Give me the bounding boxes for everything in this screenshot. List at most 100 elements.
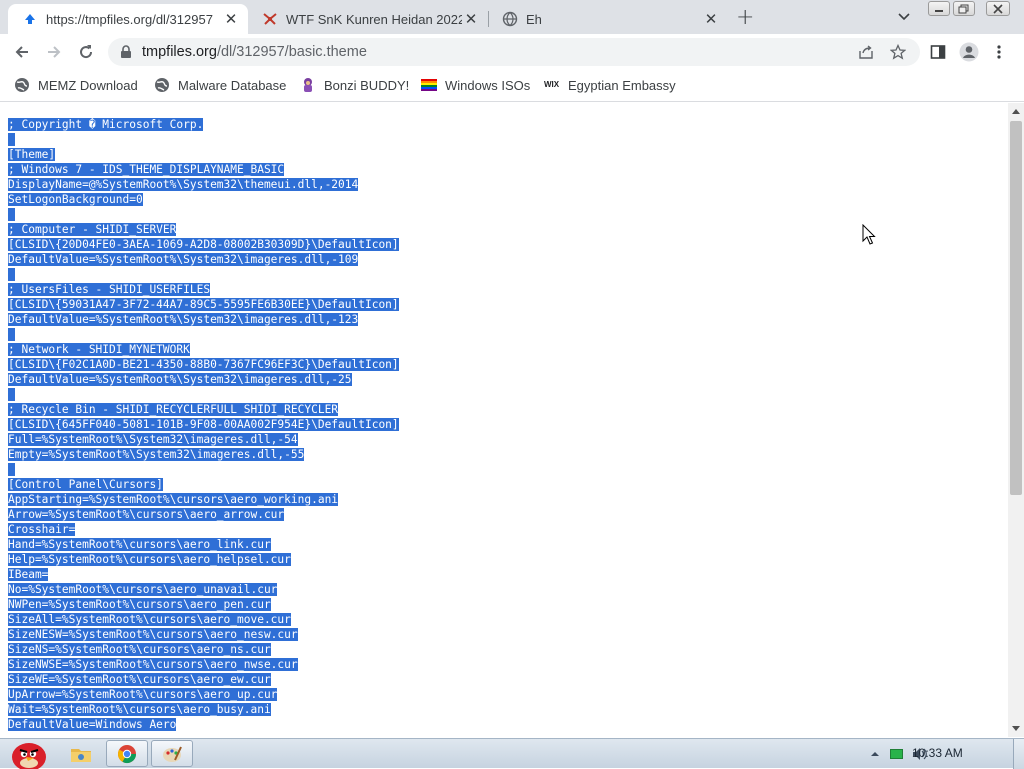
selected-line-text: [Theme] bbox=[8, 148, 56, 161]
bookmark-label: Windows ISOs bbox=[445, 77, 531, 93]
selected-line-text bbox=[8, 463, 15, 476]
page-content[interactable]: ; Copyright � Microsoft Corp. [Theme] ; W… bbox=[0, 103, 1008, 737]
selected-line-text: SizeNESW=%SystemRoot%\cursors\aero_nesw.… bbox=[8, 628, 298, 641]
address-bar[interactable]: tmpfiles.org/dl/312957/basic.theme bbox=[108, 38, 920, 66]
file-line: SizeAll=%SystemRoot%\cursors\aero_move.c… bbox=[8, 612, 399, 627]
selected-line-text: ; Copyright � Microsoft Corp. bbox=[8, 118, 204, 131]
taskbar-clock[interactable]: 10:33 AM bbox=[912, 746, 963, 760]
url-path: /dl/312957/basic.theme bbox=[216, 44, 367, 60]
lock-icon[interactable] bbox=[120, 45, 132, 59]
file-line: ; Network - SHIDI_MYNETWORK bbox=[8, 342, 399, 357]
new-tab-button[interactable]: + bbox=[736, 5, 754, 30]
theme-file-text[interactable]: ; Copyright � Microsoft Corp. [Theme] ; W… bbox=[8, 117, 399, 732]
bookmarks-bar: MEMZ Download Malware Database Bonzi BUD… bbox=[0, 70, 1024, 102]
selected-line-text: Wait=%SystemRoot%\cursors\aero_busy.ani bbox=[8, 703, 271, 716]
kebab-menu-icon[interactable] bbox=[996, 44, 1002, 60]
file-line: ; Copyright � Microsoft Corp. bbox=[8, 117, 399, 132]
selected-line-text: SizeAll=%SystemRoot%\cursors\aero_move.c… bbox=[8, 613, 291, 626]
selected-line-text: DefaultValue=%SystemRoot%\System32\image… bbox=[8, 373, 352, 386]
file-line: SizeNWSE=%SystemRoot%\cursors\aero_nwse.… bbox=[8, 657, 399, 672]
reload-button[interactable] bbox=[73, 40, 99, 64]
selected-line-text: DefaultValue=%SystemRoot%\System32\image… bbox=[8, 253, 359, 266]
bookmark-memz[interactable]: MEMZ Download bbox=[14, 77, 138, 93]
file-line: Wait=%SystemRoot%\cursors\aero_busy.ani bbox=[8, 702, 399, 717]
show-desktop-button[interactable] bbox=[1013, 739, 1024, 769]
selected-line-text: [CLSID\{59031A47-3F72-44A7-89C5-5595FE6B… bbox=[8, 298, 399, 311]
file-line: [CLSID\{20D04FE0-3AEA-1069-A2D8-08002B30… bbox=[8, 237, 399, 252]
close-tab-icon[interactable]: ✕ bbox=[702, 10, 720, 28]
selected-line-text bbox=[8, 133, 15, 146]
share-icon[interactable] bbox=[858, 44, 874, 60]
file-line bbox=[8, 267, 399, 282]
back-button[interactable] bbox=[9, 40, 35, 64]
file-line: [CLSID\{F02C1A0D-BE21-4350-88B0-7367FC96… bbox=[8, 357, 399, 372]
close-window-button[interactable] bbox=[986, 1, 1010, 16]
file-line: AppStarting=%SystemRoot%\cursors\aero_wo… bbox=[8, 492, 399, 507]
selected-line-text: Help=%SystemRoot%\cursors\aero_helpsel.c… bbox=[8, 553, 291, 566]
file-line: SizeWE=%SystemRoot%\cursors\aero_ew.cur bbox=[8, 672, 399, 687]
bookmark-malware-database[interactable]: Malware Database bbox=[154, 77, 286, 93]
file-line: DefaultValue=%SystemRoot%\System32\image… bbox=[8, 312, 399, 327]
selected-line-text: SizeNWSE=%SystemRoot%\cursors\aero_nwse.… bbox=[8, 658, 298, 671]
selected-line-text: ; UsersFiles - SHIDI_USERFILES bbox=[8, 283, 211, 296]
chrome-taskbar-button[interactable] bbox=[106, 740, 148, 767]
bookmark-label: Bonzi BUDDY! bbox=[324, 77, 410, 93]
file-explorer-button[interactable] bbox=[60, 740, 102, 767]
scroll-up-arrow-icon[interactable] bbox=[1012, 109, 1020, 114]
file-line bbox=[8, 327, 399, 342]
battery-icon[interactable] bbox=[890, 748, 904, 760]
tab-wtf-snk[interactable]: WTF SnK Kunren Heidan 2022 ✕ bbox=[248, 4, 488, 34]
bookmark-star-icon[interactable] bbox=[890, 44, 906, 60]
file-line: ; UsersFiles - SHIDI_USERFILES bbox=[8, 282, 399, 297]
selected-line-text: [CLSID\{645FF040-5081-101B-9F08-00AA002F… bbox=[8, 418, 399, 431]
file-line: ; Recycle Bin - SHIDI_RECYCLERFULL SHIDI… bbox=[8, 402, 399, 417]
file-line: ; Windows 7 - IDS_THEME_DISPLAYNAME_BASI… bbox=[8, 162, 399, 177]
bookmark-bonzi-buddy[interactable]: Bonzi BUDDY! bbox=[300, 77, 409, 93]
selected-line-text: DisplayName=@%SystemRoot%\System32\theme… bbox=[8, 178, 359, 191]
close-tab-icon[interactable]: ✕ bbox=[222, 10, 240, 28]
show-hidden-icons-icon[interactable] bbox=[870, 749, 880, 759]
selected-line-text: DefaultValue=Windows Aero bbox=[8, 718, 177, 731]
arrow-left-icon bbox=[15, 46, 28, 58]
forward-button[interactable] bbox=[41, 40, 67, 64]
selected-line-text: UpArrow=%SystemRoot%\cursors\aero_up.cur bbox=[8, 688, 278, 701]
tmpfiles-icon bbox=[25, 14, 35, 24]
file-line: DisplayName=@%SystemRoot%\System32\theme… bbox=[8, 177, 399, 192]
file-line: Crosshair= bbox=[8, 522, 399, 537]
scroll-down-arrow-icon[interactable] bbox=[1012, 726, 1020, 731]
profile-avatar-icon[interactable] bbox=[959, 42, 979, 62]
paint-taskbar-button[interactable] bbox=[151, 740, 193, 767]
tab-tmpfiles[interactable]: https://tmpfiles.org/dl/312957 ✕ bbox=[8, 4, 248, 34]
selected-line-text bbox=[8, 388, 15, 401]
scrollbar-thumb[interactable] bbox=[1010, 121, 1022, 495]
selected-line-text: ; Recycle Bin - SHIDI_RECYCLERFULL SHIDI… bbox=[8, 403, 339, 416]
file-line bbox=[8, 132, 399, 147]
minimize-button[interactable] bbox=[928, 1, 950, 16]
file-line: [Theme] bbox=[8, 147, 399, 162]
file-line: Hand=%SystemRoot%\cursors\aero_link.cur bbox=[8, 537, 399, 552]
close-icon bbox=[993, 3, 1003, 14]
rainbow-flag-icon bbox=[421, 79, 437, 91]
selected-line-text: Hand=%SystemRoot%\cursors\aero_link.cur bbox=[8, 538, 271, 551]
selected-line-text bbox=[8, 328, 15, 341]
bookmark-egyptian-embassy[interactable]: WIX Egyptian Embassy bbox=[544, 77, 676, 93]
maximize-button[interactable] bbox=[953, 1, 975, 16]
file-line bbox=[8, 387, 399, 402]
bookmark-windows-isos[interactable]: Windows ISOs bbox=[421, 77, 530, 93]
globe-icon bbox=[155, 78, 169, 92]
chrome-icon bbox=[117, 744, 136, 763]
selected-line-text: Arrow=%SystemRoot%\cursors\aero_arrow.cu… bbox=[8, 508, 285, 521]
selected-line-text: SizeWE=%SystemRoot%\cursors\aero_ew.cur bbox=[8, 673, 271, 686]
file-line: IBeam= bbox=[8, 567, 399, 582]
restore-icon bbox=[958, 4, 969, 13]
close-tab-icon[interactable]: ✕ bbox=[462, 10, 480, 28]
file-line: [CLSID\{645FF040-5081-101B-9F08-00AA002F… bbox=[8, 417, 399, 432]
side-panel-icon[interactable] bbox=[930, 44, 946, 60]
start-button[interactable] bbox=[4, 740, 50, 769]
vertical-scrollbar[interactable] bbox=[1008, 103, 1024, 737]
chevron-down-icon[interactable] bbox=[896, 8, 912, 24]
url-text[interactable]: tmpfiles.org/dl/312957/basic.theme bbox=[142, 44, 367, 60]
bookmark-label: MEMZ Download bbox=[38, 77, 138, 93]
tab-eh[interactable]: Eh ✕ bbox=[488, 4, 728, 34]
file-line: SizeNESW=%SystemRoot%\cursors\aero_nesw.… bbox=[8, 627, 399, 642]
